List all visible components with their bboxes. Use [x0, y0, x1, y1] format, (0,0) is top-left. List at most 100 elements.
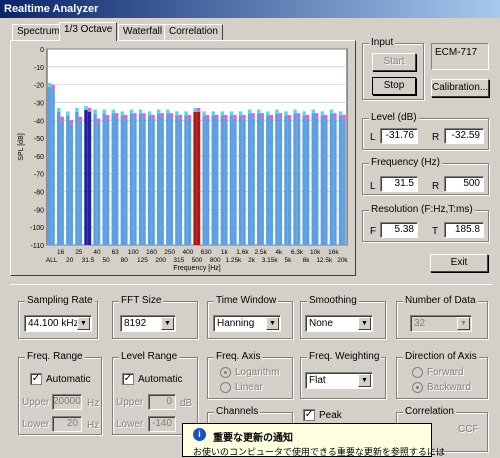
bar	[78, 120, 83, 245]
bar	[60, 120, 64, 245]
start-button[interactable]: Start	[372, 53, 416, 71]
x-tick-label: 250	[164, 249, 175, 256]
bar-peak	[242, 114, 246, 119]
freq-upper-unit: Hz	[87, 398, 100, 409]
ndata-select[interactable]: 32 ▼	[410, 315, 472, 332]
bar	[338, 115, 343, 245]
bar-peak	[111, 109, 115, 114]
correlation-label: Correlation	[403, 406, 456, 417]
x-tick-label: 4k	[275, 249, 283, 256]
y-tick-label: -100	[30, 225, 44, 232]
bar	[138, 113, 143, 245]
bar	[129, 113, 134, 245]
weighting-label: Freq. Weighting	[307, 351, 382, 362]
bar	[166, 113, 170, 245]
bar	[342, 118, 346, 245]
smoothing-label: Smoothing	[307, 295, 359, 306]
res-t-label: T	[432, 226, 439, 237]
level-upper-input[interactable]: 0	[148, 394, 176, 410]
bar-peak	[311, 109, 315, 114]
bar-peak	[296, 113, 301, 118]
bar	[220, 115, 225, 245]
freq-auto-checkbox[interactable]: ✓	[30, 373, 42, 385]
bar	[69, 124, 73, 245]
tab-waterfall[interactable]: Waterfall	[118, 24, 168, 40]
bar-peak	[302, 111, 306, 116]
y-tick-label: -30	[34, 100, 44, 107]
bar-peak	[75, 107, 79, 112]
x-tick-label: 3.15k	[262, 257, 279, 264]
freq-l-label: L	[370, 181, 376, 192]
bar	[105, 118, 110, 245]
bar	[202, 115, 206, 245]
y-tick-label: -70	[34, 172, 44, 179]
peak-checkbox[interactable]: ✓	[303, 409, 315, 421]
direction-label: Direction of Axis	[403, 351, 479, 362]
octave-chart: 0 -10 -20 -30 -40 -50 -60 -70 -80 -90 -100 -110 SPL …	[18, 47, 348, 272]
bar-peak	[151, 114, 155, 119]
forward-radio[interactable]	[412, 367, 423, 378]
chevron-down-icon: ▼	[77, 317, 90, 330]
linear-radio[interactable]	[220, 382, 231, 393]
exit-button[interactable]: Exit	[430, 254, 488, 272]
window-select[interactable]: Hanning ▼	[213, 315, 281, 332]
x-tick-label: 160	[146, 249, 157, 256]
level-l-label: L	[370, 132, 376, 143]
calibration-button[interactable]: Calibration...	[431, 79, 489, 97]
bar-peak	[157, 109, 161, 114]
update-notification[interactable]: i 重要な更新の通知 お使いのコンピュータで使用できる重要な更新を参照するには	[182, 423, 445, 457]
separator	[10, 284, 492, 285]
x-tick-label: 63	[112, 249, 120, 256]
x-tick-label: 800	[210, 257, 221, 264]
bar	[315, 117, 319, 245]
bar-peak	[105, 114, 110, 119]
bar	[278, 117, 283, 245]
smoothing-select[interactable]: None ▼	[305, 315, 373, 332]
res-f-label: F	[370, 226, 377, 237]
bar	[169, 117, 173, 245]
level-auto-checkbox[interactable]: ✓	[122, 373, 134, 385]
sampling-select[interactable]: 44.100 kHz ▼	[24, 315, 92, 332]
tab-spectrum[interactable]: Spectrum	[12, 24, 65, 40]
frequency-group-label: Frequency (Hz)	[369, 157, 442, 168]
log-radio[interactable]	[220, 367, 231, 378]
freq-lower-input[interactable]: 20	[52, 416, 82, 432]
tab-octave[interactable]: 1/3 Octave	[59, 22, 118, 41]
bar-peak	[120, 111, 125, 116]
bar-peak	[69, 120, 73, 125]
weighting-select[interactable]: Flat ▼	[305, 372, 373, 389]
tab-correlation[interactable]: Correlation	[164, 24, 223, 40]
device-display: ECM-717	[431, 43, 489, 70]
bar-peak	[238, 111, 243, 116]
bar-peak	[138, 109, 143, 114]
bar-peak	[266, 111, 270, 116]
y-tick-label: -90	[34, 207, 44, 214]
window-label: Time Window	[214, 295, 279, 306]
x-tick-label: 1.6k	[236, 249, 249, 256]
stop-button[interactable]: Stop	[372, 77, 416, 95]
bar	[120, 115, 125, 245]
backward-radio[interactable]	[412, 382, 423, 393]
level-r-value: -32.59	[444, 128, 484, 144]
chevron-down-icon: ▼	[266, 317, 279, 330]
y-tick-label: -50	[34, 136, 44, 143]
bar-peak	[175, 111, 179, 116]
level-lower-input[interactable]: -140	[148, 416, 176, 432]
x-tick-label: 1.25k	[225, 257, 242, 264]
bar-peak	[293, 109, 297, 114]
freq-upper-label: Upper	[22, 397, 50, 408]
level-r-label: R	[432, 132, 440, 143]
bar	[142, 117, 146, 245]
y-tick-label: -80	[34, 190, 44, 197]
x-tick-label: 100	[128, 249, 139, 256]
bar-peak	[147, 111, 152, 116]
bar	[196, 111, 201, 245]
bar	[242, 118, 246, 245]
bar-peak	[215, 114, 219, 119]
y-tick-label: -40	[34, 118, 44, 125]
fft-select[interactable]: 8192 ▼	[120, 315, 176, 332]
bar	[157, 113, 161, 245]
freq-upper-input[interactable]: 20000	[52, 394, 82, 410]
freq-lower-unit: Hz	[87, 420, 100, 431]
bar-peak	[233, 114, 237, 119]
